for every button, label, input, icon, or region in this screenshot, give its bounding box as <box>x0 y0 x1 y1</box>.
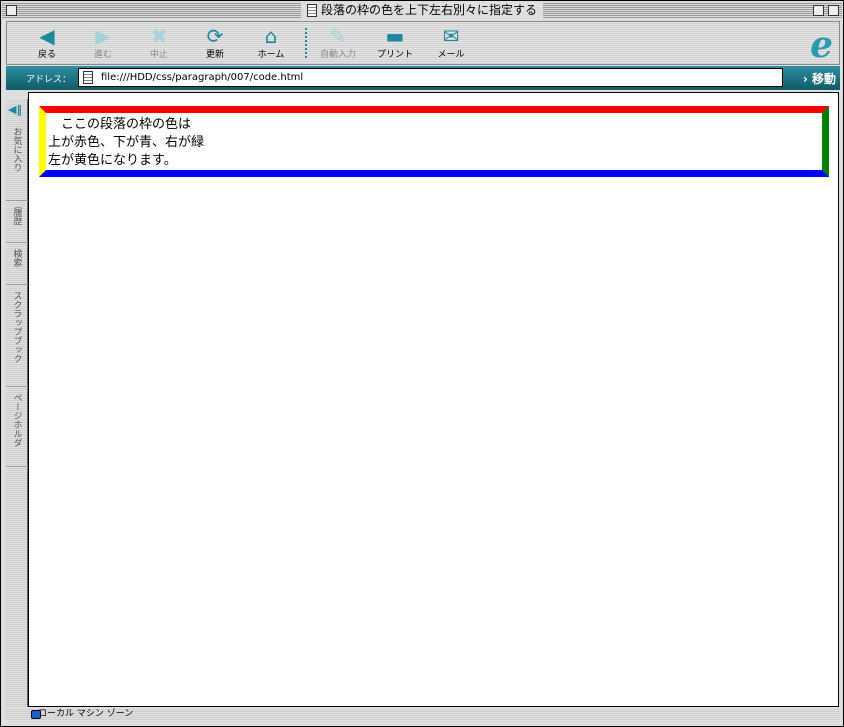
address-bar: アドレス： file:///HDD/css/paragraph/007/code… <box>6 66 840 90</box>
toolbar: ◀ 戻る ▶ 進む ✖ 中止 ⟳ 更新 ⌂ ホーム ✎ 自動入力 ▬ プリント ✉ メール e <box>6 21 840 66</box>
bordered-paragraph: ここの段落の枠の色は 上が赤色、下が青、右が緑 左が黄色になります。 <box>39 106 829 177</box>
sidebar-toggle-icon[interactable]: ◀‖ <box>8 103 22 116</box>
paragraph-line: 上が赤色、下が青、右が緑 <box>48 135 205 150</box>
address-input[interactable]: file:///HDD/css/paragraph/007/code.html <box>78 68 783 87</box>
paragraph-line: ここの段落の枠の色は <box>48 117 192 132</box>
sidebar-tab-history[interactable]: 履歴 <box>6 201 28 243</box>
go-button[interactable]: › 移動 <box>803 70 836 87</box>
zone-icon <box>31 710 41 719</box>
autofill-icon: ✎ <box>329 24 347 48</box>
sidebar-tab-scrapbook[interactable]: スクラップブック <box>6 285 28 387</box>
ie-logo-icon: e <box>810 24 833 66</box>
home-icon: ⌂ <box>264 24 278 48</box>
mail-button[interactable]: ✉ メール <box>423 25 479 60</box>
refresh-icon: ⟳ <box>206 24 224 48</box>
status-bar: ローカル マシン ゾーン <box>6 708 840 721</box>
autofill-button[interactable]: ✎ 自動入力 <box>310 25 366 60</box>
forward-button[interactable]: ▶ 進む <box>75 25 131 60</box>
mail-icon: ✉ <box>442 24 460 48</box>
back-button[interactable]: ◀ 戻る <box>19 25 75 60</box>
toolbar-separator <box>305 28 307 58</box>
back-arrow-icon: ◀ <box>39 24 55 48</box>
window-title-text: 段落の枠の色を上下左右別々に指定する <box>320 3 538 17</box>
zoom-box[interactable] <box>813 5 824 16</box>
zone-text: ローカル マシン ゾーン <box>38 709 134 719</box>
refresh-button[interactable]: ⟳ 更新 <box>187 25 243 60</box>
title-bar[interactable]: 段落の枠の色を上下左右別々に指定する <box>2 2 842 19</box>
browser-window: 段落の枠の色を上下左右別々に指定する ◀ 戻る ▶ 進む ✖ 中止 ⟳ 更新 ⌂ ホーム … <box>0 0 844 727</box>
paragraph-line: 左が黄色になります。 <box>48 153 177 168</box>
document-icon <box>306 4 317 17</box>
home-button[interactable]: ⌂ ホーム <box>243 25 299 60</box>
explorer-sidebar: ◀‖ お気に入り 履歴 検索 スクラップブック ページホルダ <box>6 99 28 707</box>
sidebar-tab-search[interactable]: 検索 <box>6 243 28 285</box>
stop-icon: ✖ <box>150 24 168 48</box>
forward-arrow-icon: ▶ <box>95 24 111 48</box>
address-url: file:///HDD/css/paragraph/007/code.html <box>101 72 304 83</box>
address-label: アドレス： <box>26 75 72 85</box>
print-button[interactable]: ▬ プリント <box>367 25 423 60</box>
collapse-box[interactable] <box>828 5 839 16</box>
page-content: ここの段落の枠の色は 上が赤色、下が青、右が緑 左が黄色になります。 <box>28 92 839 707</box>
sidebar-tab-page-holder[interactable]: ページホルダ <box>6 387 28 467</box>
document-icon <box>83 71 93 84</box>
sidebar-tab-favorites[interactable]: お気に入り <box>6 121 28 201</box>
close-box[interactable] <box>6 5 17 16</box>
window-title: 段落の枠の色を上下左右別々に指定する <box>300 2 544 19</box>
print-icon: ▬ <box>385 24 405 48</box>
stop-button[interactable]: ✖ 中止 <box>131 25 187 60</box>
